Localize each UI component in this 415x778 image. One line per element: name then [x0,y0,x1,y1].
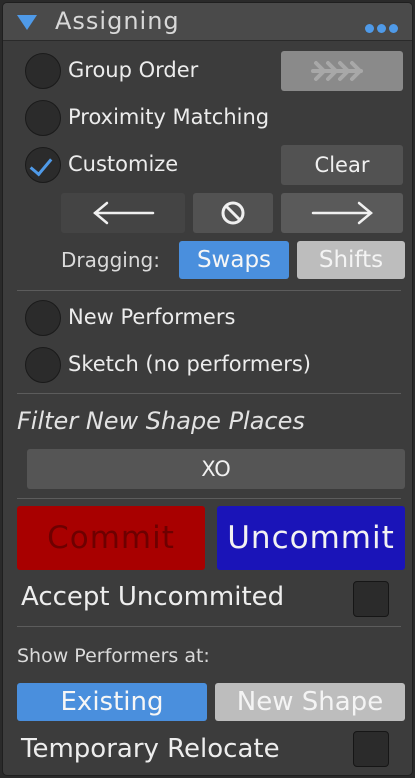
divider [17,290,401,291]
assigning-panel: Assigning Group Order Proximity Matching… [2,2,413,776]
dragging-shifts-button[interactable]: Shifts [297,241,405,279]
show-existing-button[interactable]: Existing [17,683,207,721]
chevrons-right-icon [311,61,363,81]
new-performers-radio[interactable] [25,300,61,336]
arrow-right-icon [311,201,373,225]
proximity-matching-label: Proximity Matching [68,105,270,129]
proximity-matching-radio[interactable] [25,100,61,136]
show-new-shape-button[interactable]: New Shape [215,683,405,721]
divider [17,498,401,499]
clear-button[interactable]: Clear [281,145,403,185]
panel-title: Assigning [55,7,180,35]
customize-label: Customize [68,152,179,176]
sketch-radio[interactable] [25,347,61,383]
no-move-button[interactable] [193,193,273,233]
dragging-label: Dragging: [61,248,160,272]
group-order-label: Group Order [68,58,199,82]
divider [17,626,401,627]
temporary-relocate-label: Temporary Relocate [21,734,280,764]
group-order-radio[interactable] [25,53,61,89]
group-order-apply-button[interactable] [281,51,403,91]
accept-uncommitted-label: Accept Uncommited [21,582,285,612]
move-right-button[interactable] [281,193,403,233]
arrow-left-icon [93,201,155,225]
new-performers-label: New Performers [68,305,236,329]
show-performers-label: Show Performers at: [17,645,210,667]
filter-shape-button[interactable]: XO [27,449,405,489]
accept-uncommitted-checkbox[interactable] [353,581,389,617]
prohibit-icon [221,201,245,225]
uncommit-button[interactable]: Uncommit [217,506,405,570]
temporary-relocate-checkbox[interactable] [353,731,389,767]
commit-button[interactable]: Commit [17,506,205,570]
move-left-button[interactable] [61,193,185,233]
dragging-swaps-button[interactable]: Swaps [179,241,289,279]
sketch-label: Sketch (no performers) [68,352,311,376]
ellipsis-icon[interactable] [365,18,401,37]
checkmark-icon [29,152,53,177]
panel-header[interactable]: Assigning [3,3,412,41]
collapse-triangle-icon[interactable] [17,15,37,30]
customize-radio[interactable] [25,147,61,183]
filter-title: Filter New Shape Places [17,407,305,435]
divider [17,393,401,394]
